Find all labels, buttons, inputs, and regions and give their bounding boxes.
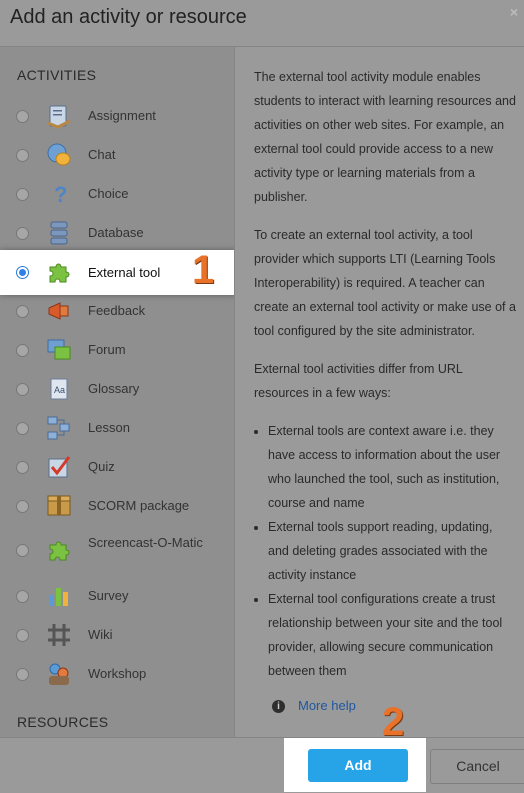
activity-item-workshop[interactable]: Workshop	[0, 655, 234, 694]
activity-item-quiz[interactable]: Quiz	[0, 448, 234, 487]
wiki-icon	[48, 624, 70, 646]
radio-button[interactable]	[16, 500, 29, 513]
activity-item-scorm-package[interactable]: SCORM package	[0, 487, 234, 526]
radio-button[interactable]	[16, 422, 29, 435]
activity-label: SCORM package	[88, 498, 190, 513]
radio-button[interactable]	[16, 344, 29, 357]
activity-label: Chat	[88, 147, 116, 162]
activity-label: External tool	[88, 265, 161, 280]
activity-label: Forum	[88, 342, 126, 357]
megaphone-icon	[48, 302, 69, 320]
activity-item-forum[interactable]: Forum	[0, 331, 234, 370]
info-icon: i	[272, 700, 285, 713]
activity-label: Glossary	[88, 381, 140, 396]
activity-label: Workshop	[88, 666, 147, 681]
activity-label: Screencast-O-Matic	[88, 535, 203, 550]
dialog-header: Add an activity or resource ×	[0, 0, 524, 47]
glossary-icon: Aa	[50, 378, 68, 400]
add-button-highlight: Add	[284, 738, 426, 792]
close-icon[interactable]: ×	[510, 4, 518, 20]
puzzle-icon	[49, 541, 70, 561]
activities-heading: ACTIVITIES	[17, 67, 97, 83]
choice-icon: ?	[54, 182, 67, 207]
activity-item-lesson[interactable]: Lesson	[0, 409, 234, 448]
list-item: External tool configurations create a tr…	[268, 587, 516, 683]
puzzle-icon	[49, 263, 70, 283]
add-button[interactable]: Add	[308, 749, 408, 782]
radio-button[interactable]	[16, 305, 29, 318]
workshop-icon	[49, 663, 69, 685]
activity-item-wiki[interactable]: Wiki	[0, 616, 234, 655]
scorm-icon	[47, 495, 71, 516]
lesson-icon	[47, 416, 70, 440]
step-1-annotation: 1	[192, 248, 215, 292]
activity-label: Survey	[88, 588, 129, 603]
list-item: External tools are context aware i.e. th…	[268, 419, 516, 515]
radio-button[interactable]	[16, 227, 29, 240]
activity-label: Database	[88, 225, 144, 240]
activity-label: Choice	[88, 186, 129, 201]
activity-label: Assignment	[88, 108, 156, 123]
more-help-link[interactable]: More help	[298, 698, 356, 713]
survey-icon	[49, 588, 68, 606]
radio-button[interactable]	[16, 668, 29, 681]
radio-button[interactable]	[16, 149, 29, 162]
radio-button[interactable]	[16, 383, 29, 396]
radio-button[interactable]	[16, 110, 29, 123]
list-item: External tools support reading, updating…	[268, 515, 516, 587]
activity-item-assignment[interactable]: Assignment	[0, 97, 234, 136]
activity-label: Wiki	[88, 627, 113, 642]
activity-label: Quiz	[88, 459, 115, 474]
description-panel: The external tool activity module enable…	[235, 47, 524, 737]
resources-heading: RESOURCES	[17, 714, 109, 730]
activity-label: Feedback	[88, 303, 146, 318]
radio-button[interactable]	[16, 188, 29, 201]
step-2-annotation: 2	[382, 700, 405, 744]
radio-button[interactable]	[16, 544, 29, 557]
activity-list-panel[interactable]: ACTIVITIES Assignment Chat ? Choice Data…	[0, 47, 235, 737]
activity-label: Lesson	[88, 420, 130, 435]
database-icon	[50, 221, 68, 245]
activity-item-feedback[interactable]: Feedback	[0, 292, 234, 331]
chat-icon	[47, 143, 71, 166]
difference-list: External tools are context aware i.e. th…	[254, 419, 516, 683]
activity-item-chat[interactable]: Chat	[0, 136, 234, 175]
activity-item-screencast-o-matic[interactable]: Screencast-O-Matic	[0, 531, 234, 570]
description-paragraph: External tool activities differ from URL…	[254, 362, 463, 400]
forum-icon	[47, 339, 71, 360]
add-activity-dialog: Add an activity or resource × ACTIVITIES…	[0, 0, 524, 793]
svg-text:Aa: Aa	[54, 385, 65, 395]
activity-description: The external tool activity module enable…	[254, 65, 516, 691]
dialog-title: Add an activity or resource	[10, 6, 247, 28]
radio-button[interactable]	[16, 629, 29, 642]
activity-item-survey[interactable]: Survey	[0, 577, 234, 616]
cancel-button[interactable]: Cancel	[430, 749, 524, 784]
radio-button[interactable]	[16, 590, 29, 603]
quiz-icon	[48, 456, 71, 478]
description-paragraph: To create an external tool activity, a t…	[254, 228, 516, 338]
description-paragraph: The external tool activity module enable…	[254, 70, 516, 204]
radio-button-selected[interactable]	[16, 266, 29, 279]
activity-item-glossary[interactable]: Aa Glossary	[0, 370, 234, 409]
activity-item-choice[interactable]: ? Choice	[0, 175, 234, 214]
radio-button[interactable]	[16, 461, 29, 474]
assignment-icon	[47, 105, 71, 129]
svg-text:?: ?	[54, 182, 67, 207]
